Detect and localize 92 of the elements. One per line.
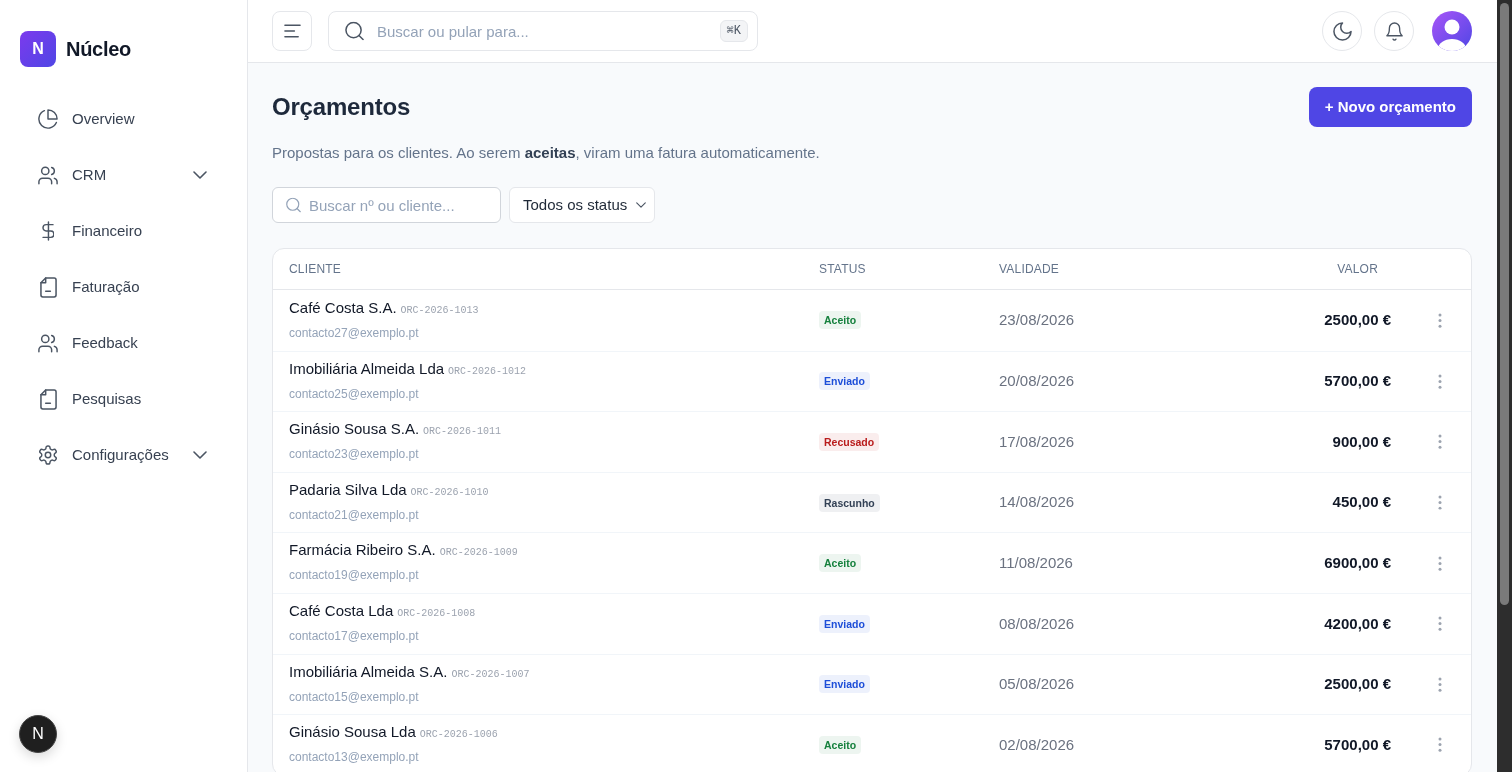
- validity-date: 20/08/2026: [999, 371, 1075, 392]
- status-badge: Enviado: [819, 372, 870, 391]
- quote-number: ORC-2026-1010: [410, 485, 489, 500]
- client-name: Café Costa Lda: [289, 601, 394, 621]
- notifications-button[interactable]: [1374, 11, 1414, 51]
- client-email: contacto15@exemplo.pt: [289, 688, 419, 705]
- client-name: Imobiliária Almeida Lda: [289, 358, 445, 379]
- status-badge: Aceito: [819, 311, 862, 330]
- client-email: contacto23@exemplo.pt: [289, 446, 419, 463]
- document-icon: [39, 276, 57, 298]
- new-quote-button[interactable]: + Novo orçamento: [1308, 87, 1472, 127]
- nav-item[interactable]: Overview: [20, 99, 227, 139]
- client-email: contacto17@exemplo.pt: [289, 628, 419, 644]
- validity-date: 05/08/2026: [999, 674, 1075, 695]
- status-badge: Aceito: [819, 554, 862, 573]
- nav-item[interactable]: Configurações: [20, 435, 227, 475]
- pie-chart-icon: [38, 109, 58, 129]
- settings-icon: [38, 445, 58, 465]
- client-name: Imobiliária Almeida S.A.: [289, 661, 448, 682]
- filter-search-field[interactable]: Buscar nº ou cliente...: [272, 187, 501, 223]
- scrollbar-thumb[interactable]: [1500, 3, 1509, 605]
- amount: 5700,00 €: [1324, 371, 1391, 392]
- more-vertical-icon: [1438, 312, 1442, 328]
- search-icon: [286, 197, 301, 213]
- quote-number: ORC-2026-1011: [423, 425, 502, 440]
- more-vertical-icon: [1438, 616, 1442, 632]
- page-title: Orçamentos: [272, 92, 411, 122]
- client-name: Farmácia Ribeiro S.A.: [289, 540, 436, 561]
- bell-icon: [1385, 21, 1403, 41]
- column-header: VALOR: [1337, 261, 1379, 278]
- avatar-icon[interactable]: [1432, 11, 1472, 51]
- amount: 900,00 €: [1332, 431, 1391, 452]
- menu-icon: [283, 24, 301, 38]
- client-name: Café Costa S.A.: [289, 297, 397, 318]
- quote-number: ORC-2026-1006: [419, 728, 498, 743]
- document-icon: [39, 388, 57, 410]
- validity-date: 17/08/2026: [999, 431, 1075, 452]
- validity-date: 02/08/2026: [999, 734, 1075, 755]
- dollar-icon: [42, 221, 54, 241]
- nav-item[interactable]: Faturação: [20, 267, 227, 307]
- amount: 2500,00 €: [1324, 674, 1391, 695]
- client-email: contacto25@exemplo.pt: [289, 385, 419, 402]
- column-header: VALIDADE: [999, 261, 1061, 278]
- moon-icon: [1332, 21, 1352, 41]
- amount: 6900,00 €: [1324, 552, 1391, 573]
- more-vertical-icon: [1438, 434, 1442, 450]
- client-name: Padaria Silva Lda: [289, 479, 407, 500]
- status-badge: Recusado: [819, 433, 880, 451]
- client-email: contacto19@exemplo.pt: [289, 567, 419, 584]
- client-email: contacto21@exemplo.pt: [289, 506, 419, 523]
- quote-number: ORC-2026-1007: [451, 667, 530, 682]
- more-vertical-icon: [1438, 555, 1442, 571]
- status-badge: Aceito: [819, 735, 862, 754]
- validity-date: 08/08/2026: [999, 613, 1075, 634]
- chevron-down-icon: [636, 202, 647, 208]
- amount: 5700,00 €: [1324, 734, 1391, 755]
- validity-date: 11/08/2026: [999, 552, 1073, 573]
- nav-item[interactable]: Financeiro: [20, 211, 227, 251]
- status-badge: Enviado: [819, 614, 870, 633]
- more-vertical-icon: [1438, 495, 1442, 511]
- validity-date: 23/08/2026: [999, 310, 1075, 331]
- client-email: contacto13@exemplo.pt: [289, 749, 419, 766]
- validity-date: 14/08/2026: [999, 492, 1075, 513]
- more-vertical-icon: [1438, 676, 1442, 692]
- amount: 4200,00 €: [1324, 613, 1391, 634]
- theme-toggle-button[interactable]: [1322, 11, 1362, 51]
- status-badge: Enviado: [819, 675, 870, 694]
- more-vertical-icon: [1438, 373, 1442, 389]
- client-email: contacto27@exemplo.pt: [289, 324, 419, 341]
- column-header: CLIENTE: [289, 261, 343, 278]
- amount: 2500,00 €: [1324, 310, 1391, 331]
- nav-item[interactable]: CRM: [20, 155, 227, 195]
- quote-number: ORC-2026-1013: [400, 303, 479, 318]
- amount: 450,00 €: [1332, 492, 1391, 513]
- page-description: Propostas para os clientes. Ao serem aceitas, viram uma fatura automaticamente.: [272, 143, 821, 163]
- quote-number: ORC-2026-1009: [439, 546, 518, 561]
- logo-mark: N: [20, 31, 56, 67]
- nav-item[interactable]: Feedback: [20, 323, 227, 363]
- status-badge: Rascunho: [819, 493, 880, 512]
- users-icon: [38, 165, 58, 185]
- client-name: Ginásio Sousa Lda: [289, 722, 416, 743]
- quote-number: ORC-2026-1012: [448, 364, 527, 379]
- nav-item[interactable]: Pesquisas: [20, 379, 227, 419]
- client-name: Ginásio Sousa S.A.: [289, 419, 420, 440]
- menu-button[interactable]: [272, 11, 312, 51]
- search-icon: [345, 21, 364, 41]
- users-icon: [38, 333, 58, 353]
- column-header: STATUS: [819, 261, 867, 278]
- brand-name: Núcleo: [66, 37, 131, 62]
- quote-number: ORC-2026-1008: [397, 607, 476, 621]
- status-select[interactable]: Todos os status: [509, 187, 656, 223]
- more-vertical-icon: [1438, 737, 1442, 753]
